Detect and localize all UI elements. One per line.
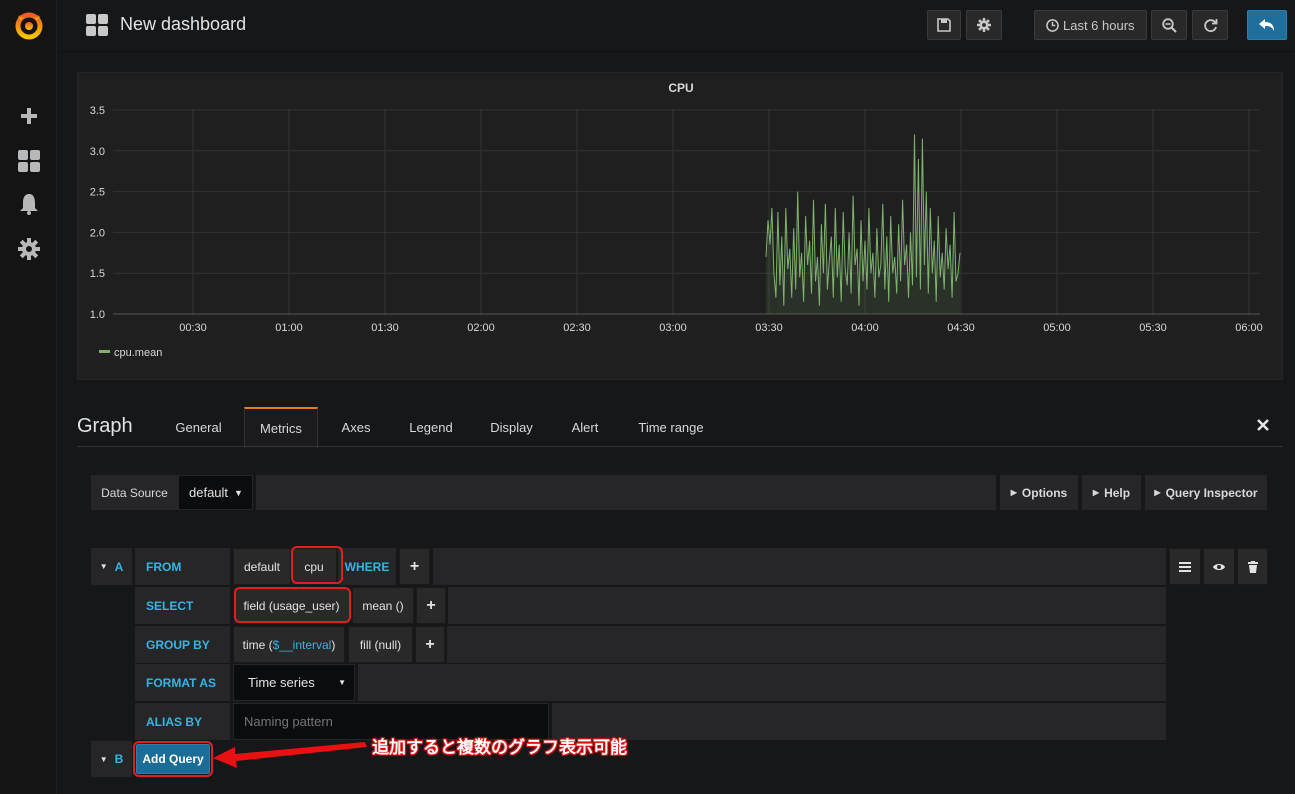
x-tick-label: 00:30	[179, 322, 207, 334]
tabs-divider	[77, 446, 1283, 447]
dashboard-title[interactable]: New dashboard	[120, 14, 246, 35]
dashboards-icon[interactable]	[86, 14, 108, 41]
gear-icon[interactable]	[0, 229, 57, 269]
y-tick-label: 2.5	[90, 187, 105, 199]
aggregation-segment[interactable]: mean ()	[352, 587, 414, 624]
y-tick-label: 1.0	[90, 309, 105, 321]
from-row-filler	[433, 548, 1166, 585]
x-tick-label: 04:00	[851, 322, 879, 334]
group-row-filler	[447, 626, 1166, 663]
x-tick-label: 02:30	[563, 322, 591, 334]
tab-axes[interactable]: Axes	[320, 407, 392, 447]
sidebar	[0, 0, 57, 794]
x-tick-label: 04:30	[947, 322, 975, 334]
options-button[interactable]: ▶ Options	[1000, 475, 1078, 510]
collapse-caret-icon: ▼	[99, 562, 108, 571]
field-segment[interactable]: field (usage_user)	[233, 587, 350, 624]
tab-display[interactable]: Display	[469, 407, 554, 447]
x-axis: 00:30 01:00 01:30 02:00 02:30 03:00 03:30 04:00…	[179, 322, 1263, 334]
add-group-by-plus-icon[interactable]: +	[415, 626, 445, 663]
x-tick-label: 06:00	[1235, 322, 1263, 334]
retention-policy-segment[interactable]: default	[233, 548, 291, 585]
back-to-dashboard-icon[interactable]	[1247, 10, 1287, 40]
panel-title[interactable]: CPU	[668, 81, 693, 95]
time-interval-segment[interactable]: time ($__interval)	[233, 626, 345, 663]
where-label: WHERE	[338, 548, 396, 585]
help-button[interactable]: ▶ Help	[1082, 475, 1141, 510]
settings-gear-icon[interactable]	[966, 10, 1002, 40]
editor-title: Graph	[77, 415, 133, 437]
x-tick-label: 05:30	[1139, 322, 1167, 334]
caret-right-icon: ▶	[1010, 488, 1017, 497]
chart-series	[765, 134, 961, 314]
caret-down-icon: ▼	[234, 487, 243, 498]
format-select[interactable]: Time series ▼	[233, 664, 355, 701]
x-tick-label: 03:30	[755, 322, 783, 334]
plus-icon[interactable]	[0, 96, 57, 136]
fill-segment[interactable]: fill (null)	[348, 626, 413, 663]
collapse-caret-icon: ▼	[99, 754, 108, 764]
cpu-chart: CPU 1.0 1.5 2.0 2.5 3.0 3.5 00:30 01:00 01:30 02…	[90, 81, 1263, 359]
clock-icon	[1046, 18, 1059, 32]
caret-right-icon: ▶	[1092, 488, 1100, 497]
alias-row-filler	[552, 703, 1166, 740]
y-axis: 1.0 1.5 2.0 2.5 3.0 3.5	[90, 105, 105, 321]
alert-bell-icon[interactable]	[0, 184, 57, 224]
format-row-filler	[358, 664, 1166, 701]
x-tick-label: 01:00	[275, 322, 303, 334]
add-query-button[interactable]: Add Query	[136, 744, 210, 774]
annotation-arrow	[213, 742, 367, 768]
legend-item[interactable]: cpu.mean	[114, 347, 162, 359]
query-inspector-button[interactable]: ▶ Query Inspector	[1145, 475, 1267, 510]
caret-down-icon: ▼	[338, 678, 346, 687]
x-tick-label: 05:00	[1043, 322, 1071, 334]
chart-grid	[113, 109, 1260, 315]
tab-legend[interactable]: Legend	[393, 407, 469, 447]
select-label: SELECT	[135, 587, 230, 624]
x-tick-label: 01:30	[371, 322, 399, 334]
y-tick-label: 3.5	[90, 105, 105, 117]
tab-metrics[interactable]: Metrics	[244, 407, 318, 448]
query-a-header[interactable]: ▼ A	[91, 548, 132, 585]
time-range-label: Last 6 hours	[1063, 17, 1135, 33]
caret-right-icon: ▶	[1154, 488, 1161, 497]
grafana-logo-icon[interactable]	[0, 4, 57, 48]
zoom-out-icon[interactable]	[1151, 10, 1187, 40]
graph-panel[interactable]: CPU 1.0 1.5 2.0 2.5 3.0 3.5 00:30 01:00 01:30 02…	[77, 72, 1283, 380]
x-tick-label: 02:00	[467, 322, 495, 334]
from-label: FROM	[135, 548, 230, 585]
datasource-value: default	[189, 485, 229, 500]
y-tick-label: 2.0	[90, 227, 105, 239]
save-icon[interactable]	[927, 10, 961, 40]
time-picker-button[interactable]: Last 6 hours	[1034, 10, 1147, 40]
annotation-text: 追加すると複数のグラフ表示可能	[372, 738, 627, 758]
tab-general[interactable]: General	[160, 407, 237, 447]
query-b-header[interactable]: ▼ B	[91, 741, 132, 777]
tab-time-range[interactable]: Time range	[617, 407, 725, 447]
select-row-filler	[448, 587, 1166, 624]
datasource-label: Data Source	[91, 475, 178, 510]
y-tick-label: 3.0	[90, 146, 105, 158]
format-as-label: FORMAT AS	[135, 664, 230, 701]
menu-hamburger-icon[interactable]	[1169, 548, 1201, 585]
add-where-plus-icon[interactable]: +	[399, 548, 430, 585]
eye-toggle-icon[interactable]	[1203, 548, 1235, 585]
datasource-filler	[256, 475, 996, 510]
group-by-label: GROUP BY	[135, 626, 230, 663]
add-select-plus-icon[interactable]: +	[416, 587, 446, 624]
top-navbar: New dashboard Last 6 hours	[57, 0, 1295, 52]
datasource-select[interactable]: default ▼	[178, 475, 253, 510]
trash-icon[interactable]	[1237, 548, 1268, 585]
measurement-segment[interactable]: cpu	[291, 548, 337, 585]
dashboards-icon[interactable]	[0, 141, 57, 181]
y-tick-label: 1.5	[90, 268, 105, 280]
legend-color-swatch	[99, 350, 110, 353]
close-icon[interactable]	[1254, 416, 1272, 434]
tab-alert[interactable]: Alert	[556, 407, 614, 447]
x-tick-label: 03:00	[659, 322, 687, 334]
refresh-icon[interactable]	[1192, 10, 1228, 40]
